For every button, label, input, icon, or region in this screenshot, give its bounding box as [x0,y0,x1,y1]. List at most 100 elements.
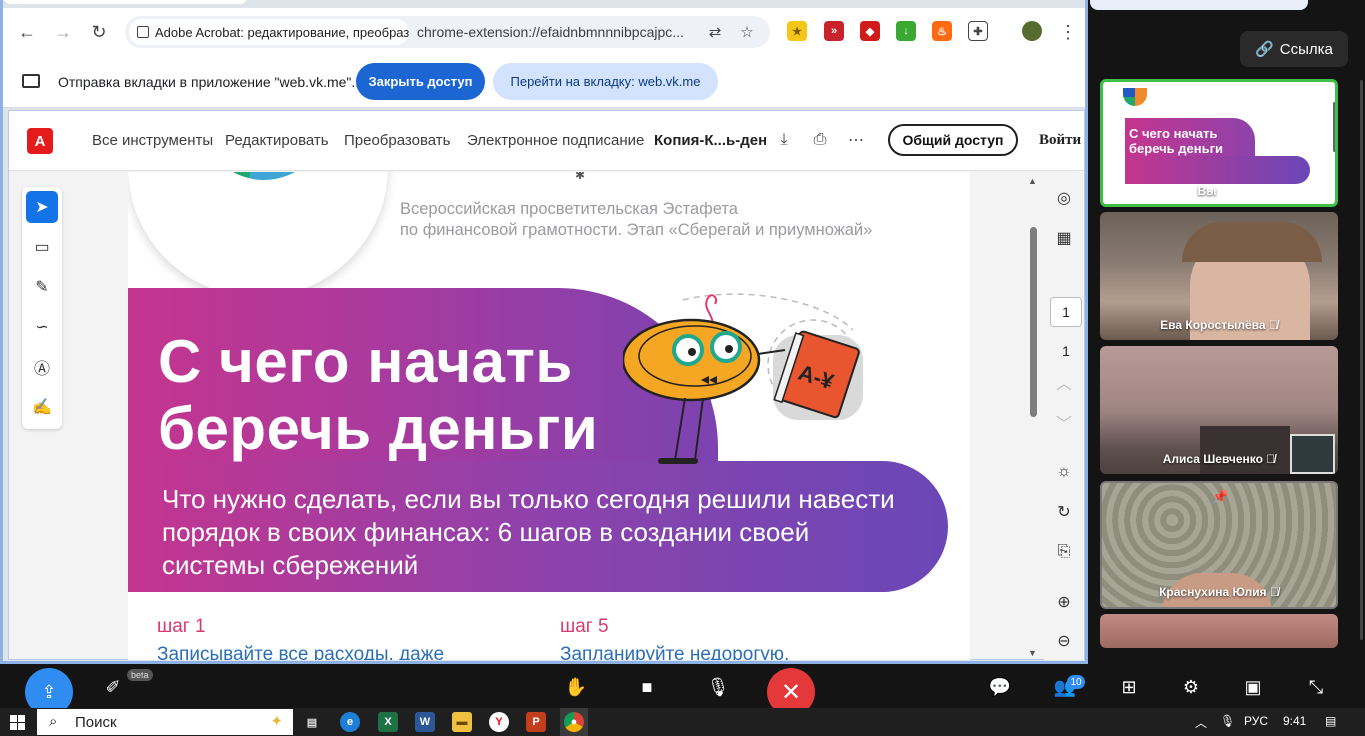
zoom-out-icon[interactable]: ⊖ [1052,629,1076,653]
forward-button[interactable]: → [51,20,75,44]
arrow-left-icon: ← [18,21,36,42]
screen: ← → ↻ Adobe Acrobat: редактирование, пре… [0,0,1365,736]
goto-tab-button[interactable]: Перейти на вкладку: web.vk.me [493,63,718,100]
tray-microphone-icon[interactable]: 🎙 [1220,714,1235,728]
sharing-message: Отправка вкладки в приложение "web.vk.me… [58,74,364,90]
excel-icon[interactable]: X [378,712,398,732]
preview-subbanner [1125,156,1310,184]
scroll-thumb[interactable] [1030,227,1037,417]
notifications-icon[interactable]: ▤ [1325,714,1336,728]
extension-1-icon[interactable]: ★ [787,21,807,41]
fire-extension-icon[interactable]: ♨ [932,21,952,41]
collapse-icon[interactable]: ⤡ [1303,676,1329,698]
tray-chevron-up-icon[interactable]: ︿ [1195,714,1207,731]
copy-link-button[interactable]: 🔗 Ссылка [1240,31,1348,67]
print-icon[interactable]: ⎙ [809,129,831,151]
whiteboard-icon[interactable]: ✐ [100,676,126,698]
site-info-chip[interactable]: Adobe Acrobat: редактирование, преобразо [129,19,409,45]
participant-tile[interactable]: Алиса Шевченко 🎙̸ [1100,346,1338,474]
file-explorer-icon[interactable]: ▬ [452,712,472,732]
mic-muted-icon: 🎙̸ [1268,318,1278,332]
raise-hand-icon[interactable]: ✋ [563,676,589,698]
participant-tile-pinned[interactable]: 📌 Краснухина Юлия 🎙̸ [1100,481,1338,609]
adblock-shield-icon[interactable]: ◆ [860,21,880,41]
download-extension-icon[interactable]: ↓ [896,21,916,41]
tab-sharing-bar: Отправка вкладки в приложение "web.vk.me… [3,56,1085,108]
stop-sharing-button[interactable]: Закрыть доступ [356,63,485,100]
pin-icon[interactable]: 📌 [1212,489,1228,505]
participant-tile[interactable]: Ева Коростылёва 🎙̸ [1100,212,1338,340]
select-tool-cursor-icon[interactable]: ➤ [26,191,58,223]
upload-screen-icon: ⇪ [41,681,57,702]
more-options-icon[interactable]: ⋯ [845,129,867,151]
share-button[interactable]: Общий доступ [888,124,1018,156]
taskbar-search-input[interactable]: ⌕ Поиск ✦ [37,709,293,735]
grid-layout-icon[interactable]: ⊞ [1116,676,1142,698]
participant-name: Вы [1197,184,1217,198]
clock-time[interactable]: 9:41 [1283,714,1306,728]
dark-mode-icon[interactable]: ☼ [1052,460,1076,484]
address-bar[interactable]: Adobe Acrobat: редактирование, преобразо… [125,16,770,48]
sign-in-link[interactable]: Войти [1039,132,1081,149]
camera-icon[interactable]: ■ [634,676,660,698]
sidebar-scrollbar[interactable] [1360,80,1363,640]
menu-all-tools[interactable]: Все инструменты [92,132,213,149]
menu-convert[interactable]: Преобразовать [344,132,450,149]
copy-link-label: Ссылка [1279,40,1333,58]
reload-button[interactable]: ↻ [87,20,111,44]
tab-strip [3,0,1085,8]
browser-menu-button[interactable]: ⋮ [1056,20,1080,44]
highlight-pen-icon[interactable]: ✎ [26,271,58,303]
scroll-down-icon[interactable]: ▼ [1028,648,1037,658]
mic-muted-icon: 🎙̸ [1269,585,1279,599]
settings-gear-icon[interactable]: ⚙ [1178,676,1204,698]
windows-start-icon[interactable] [10,715,25,730]
profile-avatar[interactable] [1022,21,1042,41]
extensions-puzzle-icon[interactable]: ✚ [968,21,988,41]
extension-2-icon[interactable]: » [824,21,844,41]
current-page-input[interactable]: 1 [1050,297,1082,327]
picture-in-picture-icon[interactable]: ▣ [1240,676,1266,698]
thumbnails-grid-icon[interactable]: ▦ [1052,226,1076,250]
preview-scrollbar [1333,102,1335,152]
active-tab[interactable] [3,0,248,4]
download-icon[interactable]: ⤓ [773,129,795,151]
chrome-browser-icon[interactable]: ● [564,712,584,732]
acrobat-logo-icon[interactable]: A [27,128,53,154]
translate-icon[interactable]: ⇄ [705,22,725,42]
page-export-icon[interactable]: ⎘ [1052,540,1076,564]
file-name[interactable]: Копия-К...ь-ден... [654,132,766,149]
participant-tile[interactable] [1100,614,1338,648]
link-icon: 🔗 [1255,41,1274,58]
input-language[interactable]: РУС [1244,714,1268,728]
fill-sign-icon[interactable]: ✍ [26,391,58,423]
participant-tile-self[interactable]: С чего начать беречь деньги Вы [1100,79,1338,207]
menu-edit[interactable]: Редактировать [225,132,329,149]
yandex-browser-icon[interactable]: Y [489,712,509,732]
url-text[interactable]: chrome-extension://efaidnbmnnnibpcajpc..… [417,24,684,40]
scroll-up-icon[interactable]: ▲ [1028,176,1037,186]
draw-freehand-icon[interactable]: ∽ [26,311,58,343]
menu-e-sign[interactable]: Электронное подписание [467,132,644,149]
coin-mascot-illustration: A-¥ [623,293,863,464]
previous-page-chevron-up-icon[interactable]: ︿ [1052,370,1076,394]
call-controls-bar: ⇪ ✐ ✋ ■ 🎙 ✕ 💬 👥 ⊞ ⚙ ▣ ⤡ [0,664,1365,716]
zoom-in-icon[interactable]: ⊕ [1052,590,1076,614]
text-box-icon[interactable]: Ⓐ [26,351,58,383]
chat-bubble-icon[interactable]: 💬 [987,676,1013,698]
back-button[interactable]: ← [15,20,39,44]
comment-tool-icon[interactable]: ▭ [26,231,58,263]
microphone-icon[interactable]: 🎙 [705,676,731,698]
rotate-icon[interactable]: ↻ [1052,500,1076,524]
subtitle: Что нужно сделать, если вы только сегодн… [162,483,895,582]
logo-ring-graphic [200,172,328,180]
bookmark-star-icon[interactable]: ☆ [737,22,757,42]
edge-browser-icon[interactable]: e [340,712,360,732]
task-view-icon[interactable]: ▤ [302,712,322,732]
title-line-2: беречь деньги [158,395,599,462]
next-page-chevron-down-icon[interactable]: ﹀ [1052,410,1076,434]
word-icon[interactable]: W [415,712,435,732]
powerpoint-icon[interactable]: P [526,712,546,732]
ai-assistant-icon[interactable]: ◎ [1052,186,1076,210]
pdf-scrollbar[interactable]: ▲ ▼ [1026,172,1040,660]
